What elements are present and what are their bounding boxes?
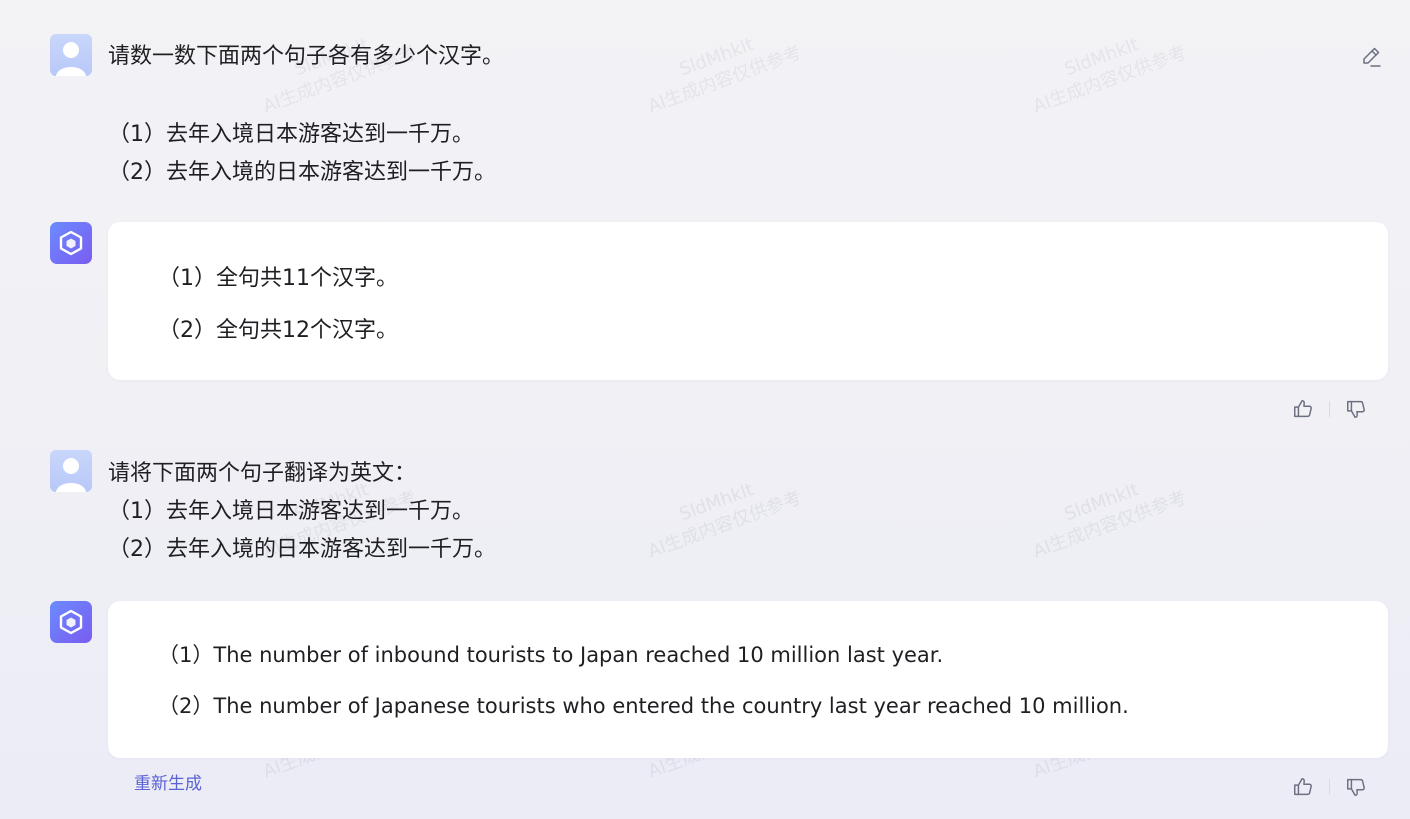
thumbs-up-icon[interactable] bbox=[1291, 397, 1315, 421]
feedback-divider bbox=[1329, 401, 1330, 417]
thumbs-down-icon[interactable] bbox=[1344, 397, 1368, 421]
regenerate-button[interactable]: 重新生成 bbox=[134, 769, 202, 794]
user-message-1-line-2: （2）去年入境的日本游客达到一千万。 bbox=[108, 160, 496, 185]
feedback-divider bbox=[1329, 779, 1330, 795]
bot-logo-icon bbox=[50, 601, 92, 643]
feedback-bar-1 bbox=[1291, 397, 1368, 421]
bot-logo-icon bbox=[50, 222, 92, 264]
watermark: SldMhkltAI生成内容仅供参考 bbox=[1030, 34, 1190, 118]
feedback-bar-2 bbox=[1291, 775, 1368, 799]
user-prompt: 请数一数下面两个句子各有多少个汉字。 bbox=[108, 44, 505, 69]
user-message-2: 请将下面两个句子翻译为英文： bbox=[108, 461, 417, 486]
watermark: SldMhkltAI生成内容仅供参考 bbox=[645, 479, 805, 563]
user-message-2-line-1: （1）去年入境日本游客达到一千万。 bbox=[108, 499, 474, 524]
bot-answer-card-2: （1）The number of inbound tourists to Jap… bbox=[108, 601, 1388, 758]
user-message-2-line-2: （2）去年入境的日本游客达到一千万。 bbox=[108, 537, 496, 562]
watermark: SldMhkltAI生成内容仅供参考 bbox=[645, 34, 805, 118]
user-message-1-line-1: （1）去年入境日本游客达到一千万。 bbox=[108, 122, 474, 147]
answer-2-line-2: （2）The number of Japanese tourists who e… bbox=[158, 694, 1129, 718]
user-avatar-icon bbox=[50, 34, 92, 76]
user-message-1: 请数一数下面两个句子各有多少个汉字。 bbox=[108, 38, 504, 76]
edit-icon[interactable] bbox=[1359, 45, 1383, 69]
watermark: SldMhkltAI生成内容仅供参考 bbox=[1030, 479, 1190, 563]
answer-2-line-1: （1）The number of inbound tourists to Jap… bbox=[158, 643, 944, 667]
user-avatar-icon bbox=[50, 450, 92, 492]
thumbs-down-icon[interactable] bbox=[1344, 775, 1368, 799]
answer-1-line-1: （1）全句共11个汉字。 bbox=[158, 266, 398, 291]
bot-answer-card-1: （1）全句共11个汉字。 （2）全句共12个汉字。 bbox=[108, 222, 1388, 380]
answer-1-line-2: （2）全句共12个汉字。 bbox=[158, 318, 398, 343]
thumbs-up-icon[interactable] bbox=[1291, 775, 1315, 799]
